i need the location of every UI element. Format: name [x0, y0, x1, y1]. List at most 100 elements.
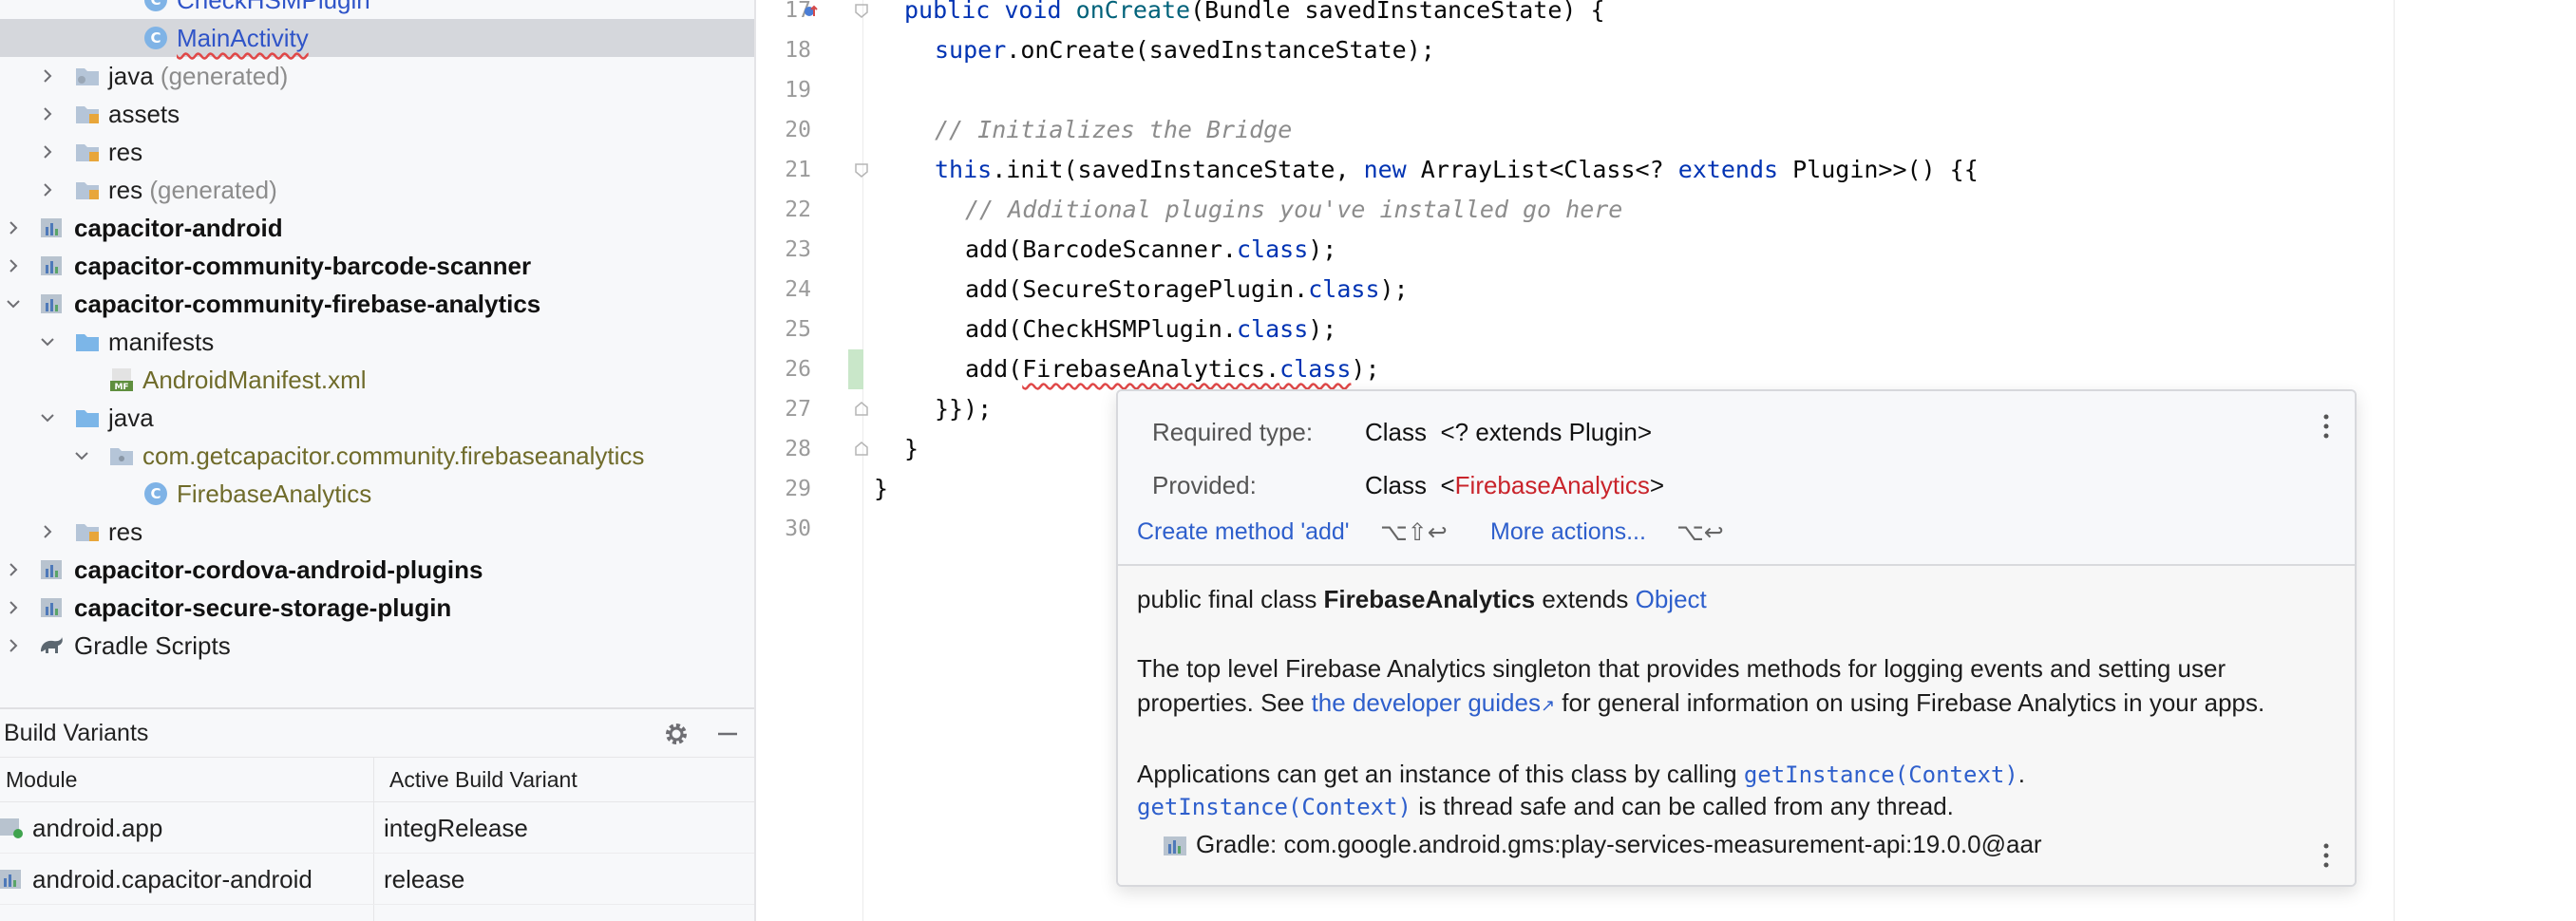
module-cell: android.capacitor-android [32, 865, 313, 893]
fold-icon[interactable] [853, 2, 870, 19]
chevron-down-icon[interactable] [36, 330, 59, 353]
tree-item-label: java [108, 62, 154, 90]
module-icon [41, 294, 62, 313]
override-marker-icon[interactable] [803, 3, 820, 20]
tree-item-secure-storage[interactable]: capacitor-secure-storage-plugin [0, 589, 754, 627]
chevron-down-icon[interactable] [70, 444, 93, 467]
code-line[interactable]: this.init(savedInstanceState, new ArrayL… [935, 150, 2576, 190]
doc-text: . [2017, 760, 2026, 788]
getinstance-link[interactable]: getInstance(Context) [1137, 794, 1411, 820]
code-line[interactable]: add(FirebaseAnalytics.class); [965, 349, 2576, 389]
variant-cell[interactable]: release [384, 865, 464, 894]
class-icon: C [144, 482, 167, 505]
chevron-right-icon[interactable] [36, 520, 59, 543]
tree-item-label: assets [108, 100, 180, 128]
column-header-module[interactable]: Module [6, 767, 77, 793]
chevron-down-icon[interactable] [2, 292, 25, 315]
svg-text:MF: MF [114, 383, 128, 392]
more-options-icon[interactable] [2322, 841, 2330, 870]
code-line[interactable]: public void onCreate(Bundle savedInstanc… [904, 0, 2576, 30]
developer-guides-link[interactable]: the developer guides [1312, 688, 1541, 717]
chevron-down-icon[interactable] [36, 406, 59, 429]
minimize-icon[interactable] [714, 721, 741, 747]
chevron-right-icon[interactable] [36, 103, 59, 125]
tree-item-capacitor-android[interactable]: capacitor-android [0, 209, 754, 247]
line-number: 25 [785, 317, 811, 342]
code-line[interactable]: // Additional plugins you've installed g… [965, 190, 2576, 230]
line-number: 30 [785, 517, 811, 541]
table-row[interactable]: android.app integRelease [0, 801, 754, 854]
more-options-icon[interactable] [2322, 412, 2330, 441]
tree-item-suffix: (generated) [142, 176, 277, 204]
code-line[interactable]: super.onCreate(savedInstanceState); [935, 30, 2576, 70]
more-actions-link[interactable]: More actions... [1490, 518, 1646, 546]
tree-item-package[interactable]: com.getcapacitor.community.firebaseanaly… [0, 437, 754, 475]
tree-item-gradle-scripts[interactable]: Gradle Scripts [0, 627, 754, 665]
class-signature: public final class FirebaseAnalytics ext… [1137, 583, 2334, 615]
create-method-action[interactable]: Create method 'add' [1137, 518, 1350, 546]
code-line[interactable] [935, 70, 2576, 110]
chevron-right-icon[interactable] [36, 65, 59, 87]
res-folder-icon [76, 182, 99, 199]
doc-text: Applications can get an instance of this… [1137, 760, 1744, 788]
tree-item-cordova-plugins[interactable]: capacitor-cordova-android-plugins [0, 551, 754, 589]
provided-value: Class <FirebaseAnalytics> [1365, 471, 1664, 500]
tree-item-label: MainActivity [177, 24, 309, 52]
column-header-variant[interactable]: Active Build Variant [389, 767, 578, 793]
error-tooltip-popup[interactable]: Required type: Class <? extends Plugin> … [1116, 389, 2357, 887]
tree-item-label: res [108, 176, 143, 204]
chevron-right-icon[interactable] [2, 558, 25, 581]
code-line[interactable]: add(BarcodeScanner.class); [965, 230, 2576, 270]
tree-item-barcode-scanner[interactable]: capacitor-community-barcode-scanner [0, 247, 754, 285]
tree-item-res[interactable]: res [0, 133, 754, 171]
provided-suffix: > [1649, 471, 1665, 499]
tree-item-firebaseanalytics-class[interactable]: C FirebaseAnalytics [0, 475, 754, 513]
class-icon: C [144, 0, 167, 11]
tree-item-mainactivity[interactable]: C MainActivity [0, 19, 754, 57]
tree-item-res-generated[interactable]: res (generated) [0, 171, 754, 209]
fold-icon[interactable] [853, 401, 870, 418]
code-line[interactable]: // Initializes the Bridge [935, 110, 2576, 150]
module-cell: android.app [32, 814, 163, 842]
signature-extends: extends [1535, 585, 1636, 613]
chevron-right-icon[interactable] [36, 179, 59, 201]
chevron-right-icon[interactable] [2, 634, 25, 657]
tree-item-java-generated[interactable]: java (generated) [0, 57, 754, 95]
module-icon [0, 870, 21, 889]
app-module-icon [0, 818, 23, 838]
external-link-icon: ↗ [1540, 696, 1556, 715]
tree-item-assets[interactable]: assets [0, 95, 754, 133]
line-number: 19 [785, 78, 811, 103]
variant-cell[interactable]: integRelease [384, 814, 528, 843]
tree-item-checkhsmplugin[interactable]: C CheckHSMPlugin [0, 0, 754, 19]
gear-icon[interactable] [663, 721, 690, 747]
tree-item-res-2[interactable]: res [0, 513, 754, 551]
line-number-gutter[interactable]: 17 18 19 20 21 22 23 24 25 26 27 28 29 3… [756, 0, 863, 921]
provided-label: Provided: [1152, 471, 1257, 499]
table-row[interactable]: android.capacitor-android release [0, 853, 754, 905]
code-line[interactable]: add(CheckHSMPlugin.class); [965, 310, 2576, 349]
line-number: 23 [785, 237, 811, 262]
tree-item-firebase-analytics[interactable]: capacitor-community-firebase-analytics [0, 285, 754, 323]
line-number: 22 [785, 197, 811, 222]
line-number: 27 [785, 397, 811, 422]
chevron-right-icon[interactable] [2, 216, 25, 239]
tree-item-java[interactable]: java [0, 399, 754, 437]
shortcut-hint: ⌥⇧↩ [1380, 518, 1448, 546]
chevron-right-icon[interactable] [2, 596, 25, 619]
tree-item-androidmanifest[interactable]: MF AndroidManifest.xml [0, 361, 754, 399]
tree-item-manifests[interactable]: manifests [0, 323, 754, 361]
build-variants-columns: Module Active Build Variant [0, 757, 754, 802]
fold-icon[interactable] [853, 161, 870, 179]
tree-item-label: java [108, 404, 154, 432]
chevron-right-icon[interactable] [36, 141, 59, 163]
fold-icon[interactable] [853, 441, 870, 458]
line-number: 18 [785, 38, 811, 63]
code-line[interactable]: add(SecureStoragePlugin.class); [965, 270, 2576, 310]
getinstance-link[interactable]: getInstance(Context) [1744, 761, 2018, 788]
chevron-right-icon[interactable] [2, 254, 25, 277]
required-type-label: Required type: [1152, 418, 1314, 446]
change-marker[interactable] [848, 349, 863, 389]
package-icon [110, 448, 133, 465]
object-link[interactable]: Object [1636, 585, 1707, 613]
